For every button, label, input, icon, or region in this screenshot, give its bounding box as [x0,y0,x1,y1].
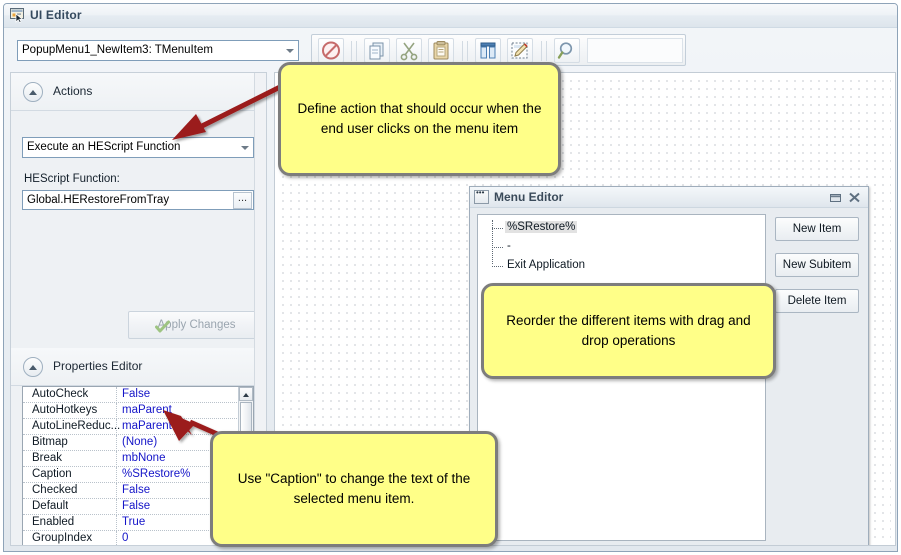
ui-editor-screenshot: UI Editor PopupMenu1_NewItem3: TMenuItem [0,0,901,555]
callout-reorder: Reorder the different items with drag an… [481,283,776,379]
callout-caption: Use "Caption" to change the text of the … [210,431,498,547]
arrow-to-action-combo [172,80,290,140]
callout-action: Define action that should occur when the… [278,62,561,176]
